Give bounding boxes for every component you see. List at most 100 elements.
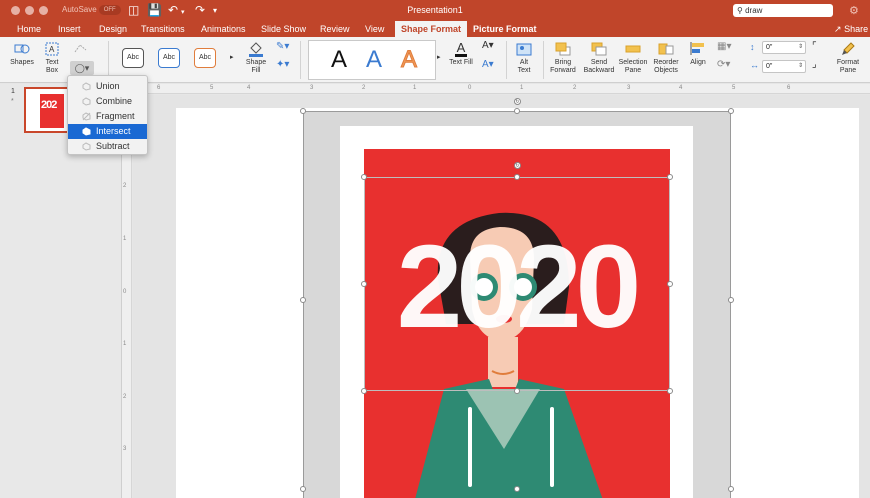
bring-forward-label-line2: Forward (550, 67, 576, 74)
zoom-window-button[interactable] (39, 6, 48, 15)
merge-shapes-button[interactable]: ◯▾ (70, 61, 94, 75)
crop-options-icon[interactable]: ⌟ (812, 60, 817, 70)
resize-handle[interactable] (667, 388, 673, 394)
shape-fill-label-line1: Shape (245, 59, 267, 66)
tab-design[interactable]: Design (99, 21, 127, 37)
close-window-button[interactable] (11, 6, 20, 15)
paint-bucket-icon (247, 41, 265, 57)
text-fill-button[interactable]: A Text Fill (448, 41, 474, 67)
shapes-button[interactable]: Shapes (9, 41, 35, 67)
spin-arrows-icon[interactable]: ⇕ (798, 61, 803, 72)
share-button[interactable]: ↗ Share (834, 21, 868, 37)
resize-handle[interactable] (667, 174, 673, 180)
rotate-handle-icon[interactable]: ↻ (514, 98, 521, 105)
undo-dropdown-icon[interactable]: ▾ (181, 6, 185, 20)
resize-handle[interactable] (300, 486, 306, 492)
resize-handle[interactable] (728, 486, 734, 492)
shape-style-2[interactable]: Abc (158, 48, 180, 68)
tab-insert[interactable]: Insert (58, 21, 81, 37)
redo-icon[interactable]: ↷ (195, 3, 205, 17)
resize-handle[interactable] (728, 108, 734, 114)
menu-item-union[interactable]: Union (68, 79, 147, 94)
tab-view[interactable]: View (365, 21, 384, 37)
undo-icon[interactable]: ↶ (168, 3, 178, 17)
resize-handle[interactable] (667, 281, 673, 287)
format-pane-label-line2: Pane (839, 67, 857, 74)
shape-width-field[interactable]: 0" ⇕ (762, 60, 806, 73)
tab-picture-format[interactable]: Picture Format (467, 21, 543, 37)
ribbon-divider (543, 41, 544, 79)
toggle-sidebar-icon[interactable]: ◫ (128, 3, 139, 17)
text-outline-icon[interactable]: A▾ (482, 41, 494, 51)
tab-transitions[interactable]: Transitions (141, 21, 185, 37)
save-icon[interactable]: 💾 (147, 3, 162, 17)
format-pane-label-line1: Format (836, 59, 860, 66)
resize-handle[interactable] (361, 174, 367, 180)
bring-forward-button[interactable]: Bring Forward (548, 41, 578, 75)
menu-item-fragment[interactable]: Fragment (68, 109, 147, 124)
shape-style-3[interactable]: Abc (194, 48, 216, 68)
resize-handle[interactable] (361, 281, 367, 287)
menu-item-intersect[interactable]: Intersect (68, 124, 147, 139)
tab-animations[interactable]: Animations (201, 21, 246, 37)
resize-handle[interactable] (361, 388, 367, 394)
resize-handle[interactable] (514, 388, 520, 394)
text-effects-icon[interactable]: A▾ (482, 60, 494, 70)
edit-shape-button[interactable] (71, 43, 91, 61)
text-box-button[interactable]: A Text Box (41, 41, 63, 75)
reorder-objects-button[interactable]: Reorder Objects (651, 41, 681, 75)
wordart-style-black[interactable]: A (331, 45, 347, 75)
resize-handle[interactable] (514, 486, 520, 492)
resize-handle[interactable] (300, 297, 306, 303)
shape-style-1[interactable]: Abc (122, 48, 144, 68)
bring-forward-label-line1: Bring (554, 59, 572, 66)
crop-icon[interactable]: ⌜ (812, 42, 817, 52)
format-pane-button[interactable]: Format Pane (834, 41, 862, 75)
group-objects-icon[interactable]: ▦▾ (717, 42, 731, 52)
send-backward-label-line1: Send (590, 59, 608, 66)
align-button[interactable]: Align (685, 41, 711, 67)
shape-effects-icon[interactable]: ✦▾ (276, 60, 289, 70)
slide-canvas[interactable]: 2020 ↻ ↻ (133, 95, 870, 498)
selection-pane-label-line1: Selection (618, 59, 648, 66)
slide[interactable]: 2020 ↻ ↻ (176, 98, 859, 498)
resize-handle[interactable] (514, 108, 520, 114)
alt-text-button[interactable]: Alt Text (513, 41, 535, 75)
tab-slide-show[interactable]: Slide Show (261, 21, 306, 37)
resize-handle[interactable] (300, 108, 306, 114)
selection-pane-button[interactable]: Selection Pane (617, 41, 649, 75)
menu-item-combine[interactable]: Combine (68, 94, 147, 109)
resize-handle[interactable] (728, 297, 734, 303)
ribbon-divider (300, 41, 301, 79)
search-input-value: draw (745, 6, 763, 15)
tab-shape-format[interactable]: Shape Format (395, 21, 468, 37)
ruler-number: 4 (679, 85, 683, 91)
ruler-number: 3 (123, 446, 127, 452)
menu-item-subtract[interactable]: Subtract (68, 139, 147, 154)
wordart-style-blue[interactable]: A (366, 45, 382, 75)
menu-item-label: Union (96, 81, 120, 91)
shape-height-field[interactable]: 0" ⇕ (762, 41, 806, 54)
minimize-window-button[interactable] (25, 6, 34, 15)
wordart-style-orange[interactable]: A (400, 45, 417, 75)
ruler-number: 1 (520, 85, 524, 91)
tab-home[interactable]: Home (17, 21, 41, 37)
shape-fill-button[interactable]: Shape Fill (242, 41, 270, 75)
rotate-objects-icon[interactable]: ⟳▾ (717, 60, 730, 70)
shape-outline-icon[interactable]: ✎▾ (276, 42, 289, 52)
search-field[interactable]: ⚲ draw (733, 4, 833, 17)
shape-styles-more-icon[interactable]: ▸ (230, 54, 234, 62)
resize-handle[interactable] (514, 174, 520, 180)
autosave-toggle[interactable]: AutoSave OFF (62, 5, 121, 15)
combine-icon (82, 97, 91, 106)
tab-review[interactable]: Review (320, 21, 350, 37)
spin-arrows-icon[interactable]: ⇕ (798, 42, 803, 53)
send-backward-button[interactable]: Send Backward (582, 41, 616, 75)
customize-toolbar-icon[interactable]: ▾ (213, 4, 217, 18)
rotate-handle-icon[interactable]: ↻ (514, 162, 521, 169)
merge-shapes-icon: ◯▾ (74, 63, 90, 73)
ribbon-divider (108, 41, 109, 79)
settings-icon[interactable]: ⚙ (849, 4, 859, 17)
ribbon-tabs: Home Insert Design Transitions Animation… (0, 21, 870, 37)
wordart-more-icon[interactable]: ▸ (437, 54, 441, 62)
